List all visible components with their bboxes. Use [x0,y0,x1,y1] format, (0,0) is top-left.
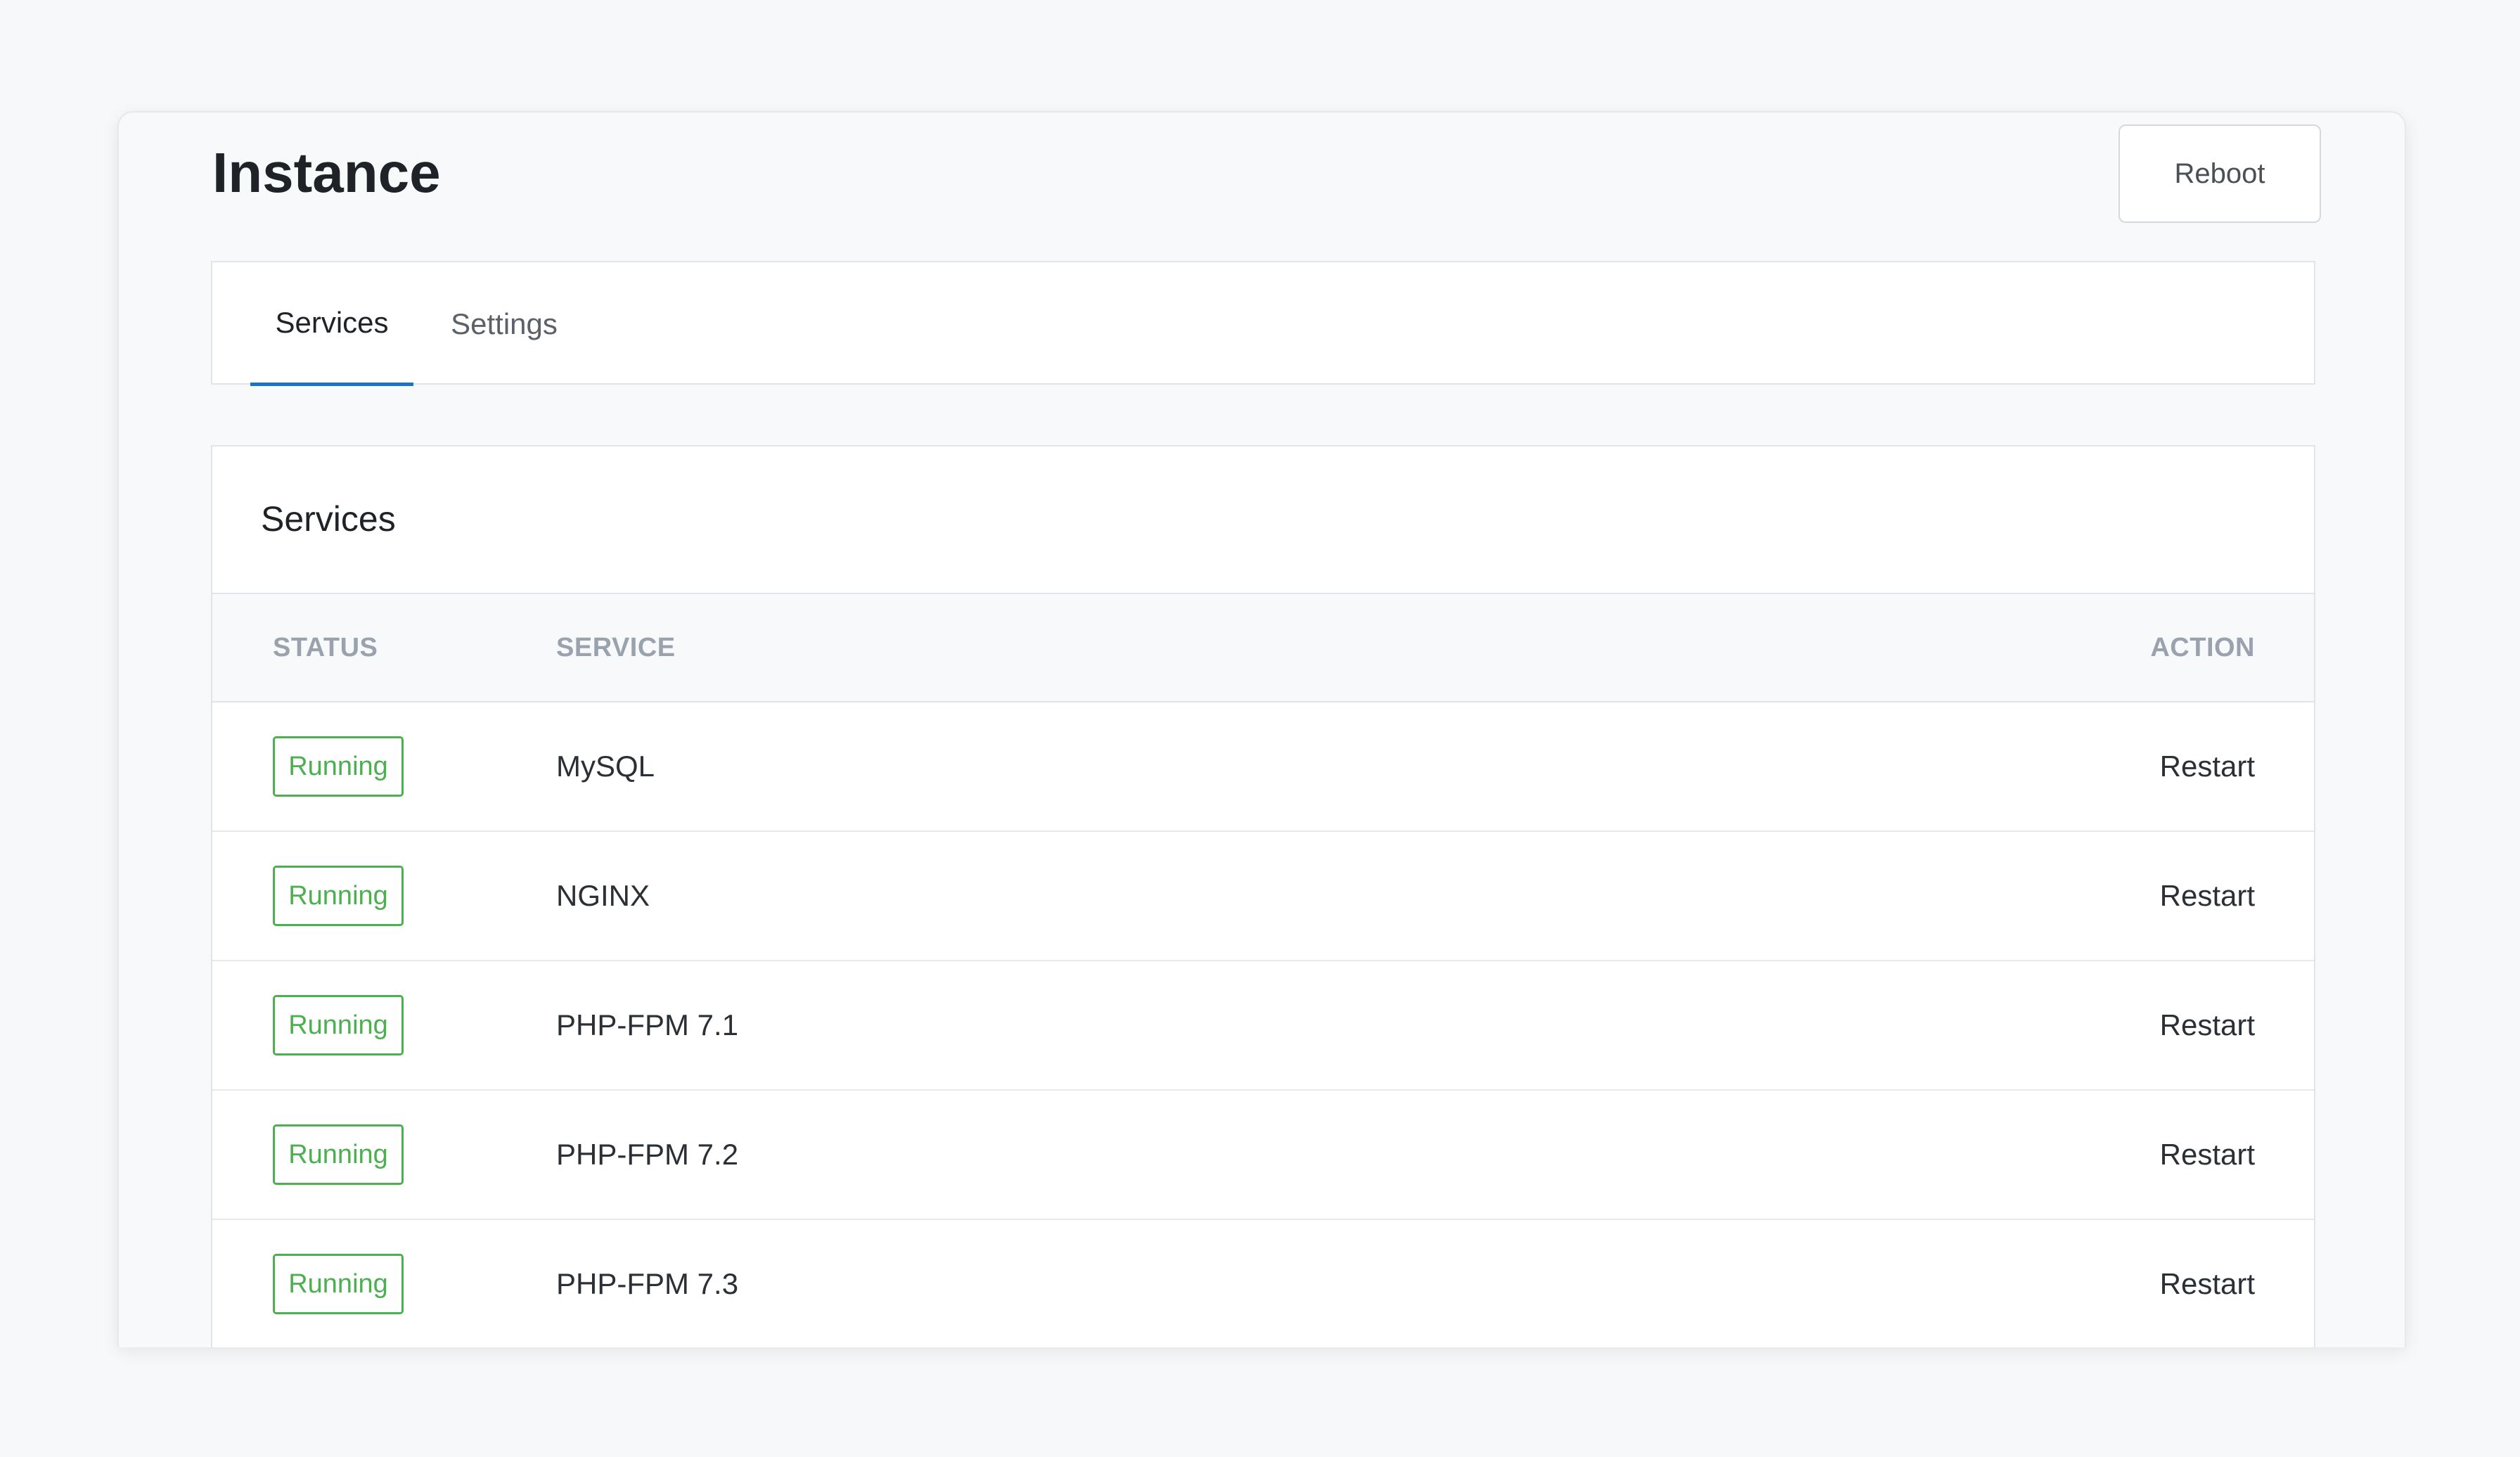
service-name: PHP-FPM 7.1 [556,1008,739,1041]
service-name: MySQL [556,750,655,783]
column-header-action: ACTION [2150,632,2255,662]
restart-button[interactable]: Restart [2160,1008,2255,1042]
restart-button[interactable]: Restart [2160,879,2255,913]
restart-button[interactable]: Restart [2160,1267,2255,1301]
reboot-button[interactable]: Reboot [2119,124,2321,223]
service-name: PHP-FPM 7.2 [556,1138,739,1171]
table-row: Running MySQL Restart [212,702,2314,832]
service-name: PHP-FPM 7.3 [556,1267,739,1300]
status-badge: Running [273,1254,404,1314]
restart-button[interactable]: Restart [2160,750,2255,783]
service-name: NGINX [556,879,650,912]
card-title: Services [261,499,396,539]
status-badge: Running [273,736,404,797]
table-row: Running PHP-FPM 7.1 Restart [212,961,2314,1091]
table-row: Running PHP-FPM 7.3 Restart [212,1220,2314,1347]
tab-bar: Services Settings [211,261,2315,386]
table-row: Running NGINX Restart [212,832,2314,961]
instance-window: Instance Reboot Services Settings Servic… [117,111,2406,1347]
table-header: STATUS SERVICE ACTION [212,593,2314,702]
page-title: Instance [212,141,441,204]
status-badge: Running [273,995,404,1055]
table-row: Running PHP-FPM 7.2 Restart [212,1091,2314,1220]
column-header-service: SERVICE [556,632,676,662]
services-card: Services STATUS SERVICE ACTION Running M… [211,445,2315,1347]
tab-services[interactable]: Services [250,262,413,386]
column-header-status: STATUS [273,632,378,662]
tab-settings[interactable]: Settings [444,262,564,386]
restart-button[interactable]: Restart [2160,1138,2255,1172]
status-badge: Running [273,1124,404,1185]
status-badge: Running [273,866,404,926]
